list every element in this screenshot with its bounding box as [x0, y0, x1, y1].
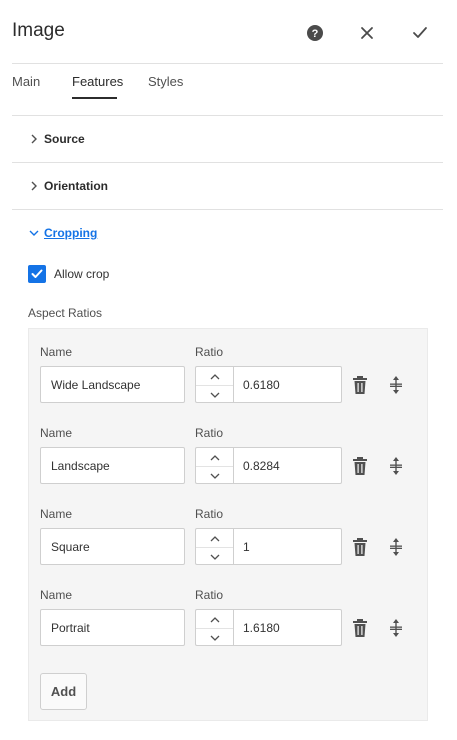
- aspect-ratio-row: Name Ratio: [40, 410, 420, 490]
- chevron-up-icon: [210, 373, 219, 379]
- ratio-label: Ratio: [195, 507, 224, 521]
- name-input[interactable]: [40, 366, 185, 403]
- chevron-up-icon: [210, 535, 219, 541]
- tab-features[interactable]: Features: [72, 74, 123, 89]
- help-icon: ?: [307, 25, 323, 41]
- checkbox-checked-icon: [28, 265, 46, 283]
- svg-text:?: ?: [312, 28, 319, 40]
- done-button[interactable]: [407, 20, 433, 46]
- ratio-stepper: [195, 447, 233, 484]
- trash-icon[interactable]: [351, 375, 369, 395]
- ratio-decrement-button[interactable]: [196, 547, 233, 566]
- chevron-down-icon: [210, 473, 219, 479]
- section-cropping-label: Cropping: [44, 226, 98, 240]
- ratio-increment-button[interactable]: [196, 448, 233, 466]
- ratio-input[interactable]: [233, 528, 342, 565]
- ratio-increment-button[interactable]: [196, 367, 233, 385]
- ratio-input[interactable]: [233, 447, 342, 484]
- section-orientation[interactable]: Orientation: [28, 176, 108, 196]
- aspect-ratios-panel: Name Ratio Name Ratio: [28, 328, 428, 721]
- close-icon: [361, 27, 373, 39]
- tab-main[interactable]: Main: [12, 74, 40, 89]
- allow-crop-checkbox[interactable]: Allow crop: [28, 265, 109, 283]
- tabs-divider: [12, 115, 443, 116]
- aspect-ratio-row: Name Ratio: [40, 329, 420, 409]
- name-input[interactable]: [40, 447, 185, 484]
- drag-handle-icon[interactable]: [388, 456, 404, 476]
- section-cropping[interactable]: Cropping: [28, 223, 97, 243]
- header-divider: [12, 63, 443, 64]
- name-label: Name: [40, 588, 73, 602]
- chevron-down-icon: [210, 392, 219, 398]
- ratio-decrement-button[interactable]: [196, 466, 233, 485]
- name-input[interactable]: [40, 609, 185, 646]
- ratio-input[interactable]: [233, 609, 342, 646]
- chevron-right-icon: [28, 180, 40, 192]
- chevron-down-icon: [210, 635, 219, 641]
- chevron-down-icon: [28, 227, 40, 239]
- chevron-up-icon: [210, 616, 219, 622]
- name-label: Name: [40, 507, 73, 521]
- add-aspect-ratio-button[interactable]: Add: [40, 673, 87, 710]
- ratio-increment-button[interactable]: [196, 529, 233, 547]
- chevron-right-icon: [28, 133, 40, 145]
- aspect-ratios-label: Aspect Ratios: [28, 306, 103, 320]
- section-divider: [12, 162, 443, 163]
- ratio-label: Ratio: [195, 588, 224, 602]
- ratio-decrement-button[interactable]: [196, 628, 233, 647]
- drag-handle-icon[interactable]: [388, 375, 404, 395]
- ratio-stepper: [195, 366, 233, 403]
- aspect-ratio-row: Name Ratio: [40, 491, 420, 571]
- section-divider: [12, 209, 443, 210]
- ratio-increment-button[interactable]: [196, 610, 233, 628]
- active-tab-indicator: [72, 97, 117, 99]
- section-source[interactable]: Source: [28, 129, 85, 149]
- section-orientation-label: Orientation: [44, 179, 109, 193]
- drag-handle-icon[interactable]: [388, 537, 404, 557]
- name-label: Name: [40, 426, 73, 440]
- chevron-down-icon: [210, 554, 219, 560]
- ratio-label: Ratio: [195, 426, 224, 440]
- help-button[interactable]: ?: [302, 20, 328, 46]
- ratio-label: Ratio: [195, 345, 224, 359]
- aspect-ratio-row: Name Ratio: [40, 572, 420, 652]
- dialog-header: Image ?: [0, 0, 457, 64]
- name-input[interactable]: [40, 528, 185, 565]
- ratio-stepper: [195, 528, 233, 565]
- dialog-title: Image: [12, 20, 65, 41]
- name-label: Name: [40, 345, 73, 359]
- trash-icon[interactable]: [351, 537, 369, 557]
- section-source-label: Source: [44, 132, 85, 146]
- close-button[interactable]: [354, 20, 380, 46]
- checkmark-icon: [413, 27, 427, 38]
- drag-handle-icon[interactable]: [388, 618, 404, 638]
- allow-crop-label: Allow crop: [54, 267, 110, 281]
- trash-icon[interactable]: [351, 618, 369, 638]
- ratio-stepper: [195, 609, 233, 646]
- tab-styles[interactable]: Styles: [148, 74, 183, 89]
- chevron-up-icon: [210, 454, 219, 460]
- ratio-decrement-button[interactable]: [196, 385, 233, 404]
- trash-icon[interactable]: [351, 456, 369, 476]
- ratio-input[interactable]: [233, 366, 342, 403]
